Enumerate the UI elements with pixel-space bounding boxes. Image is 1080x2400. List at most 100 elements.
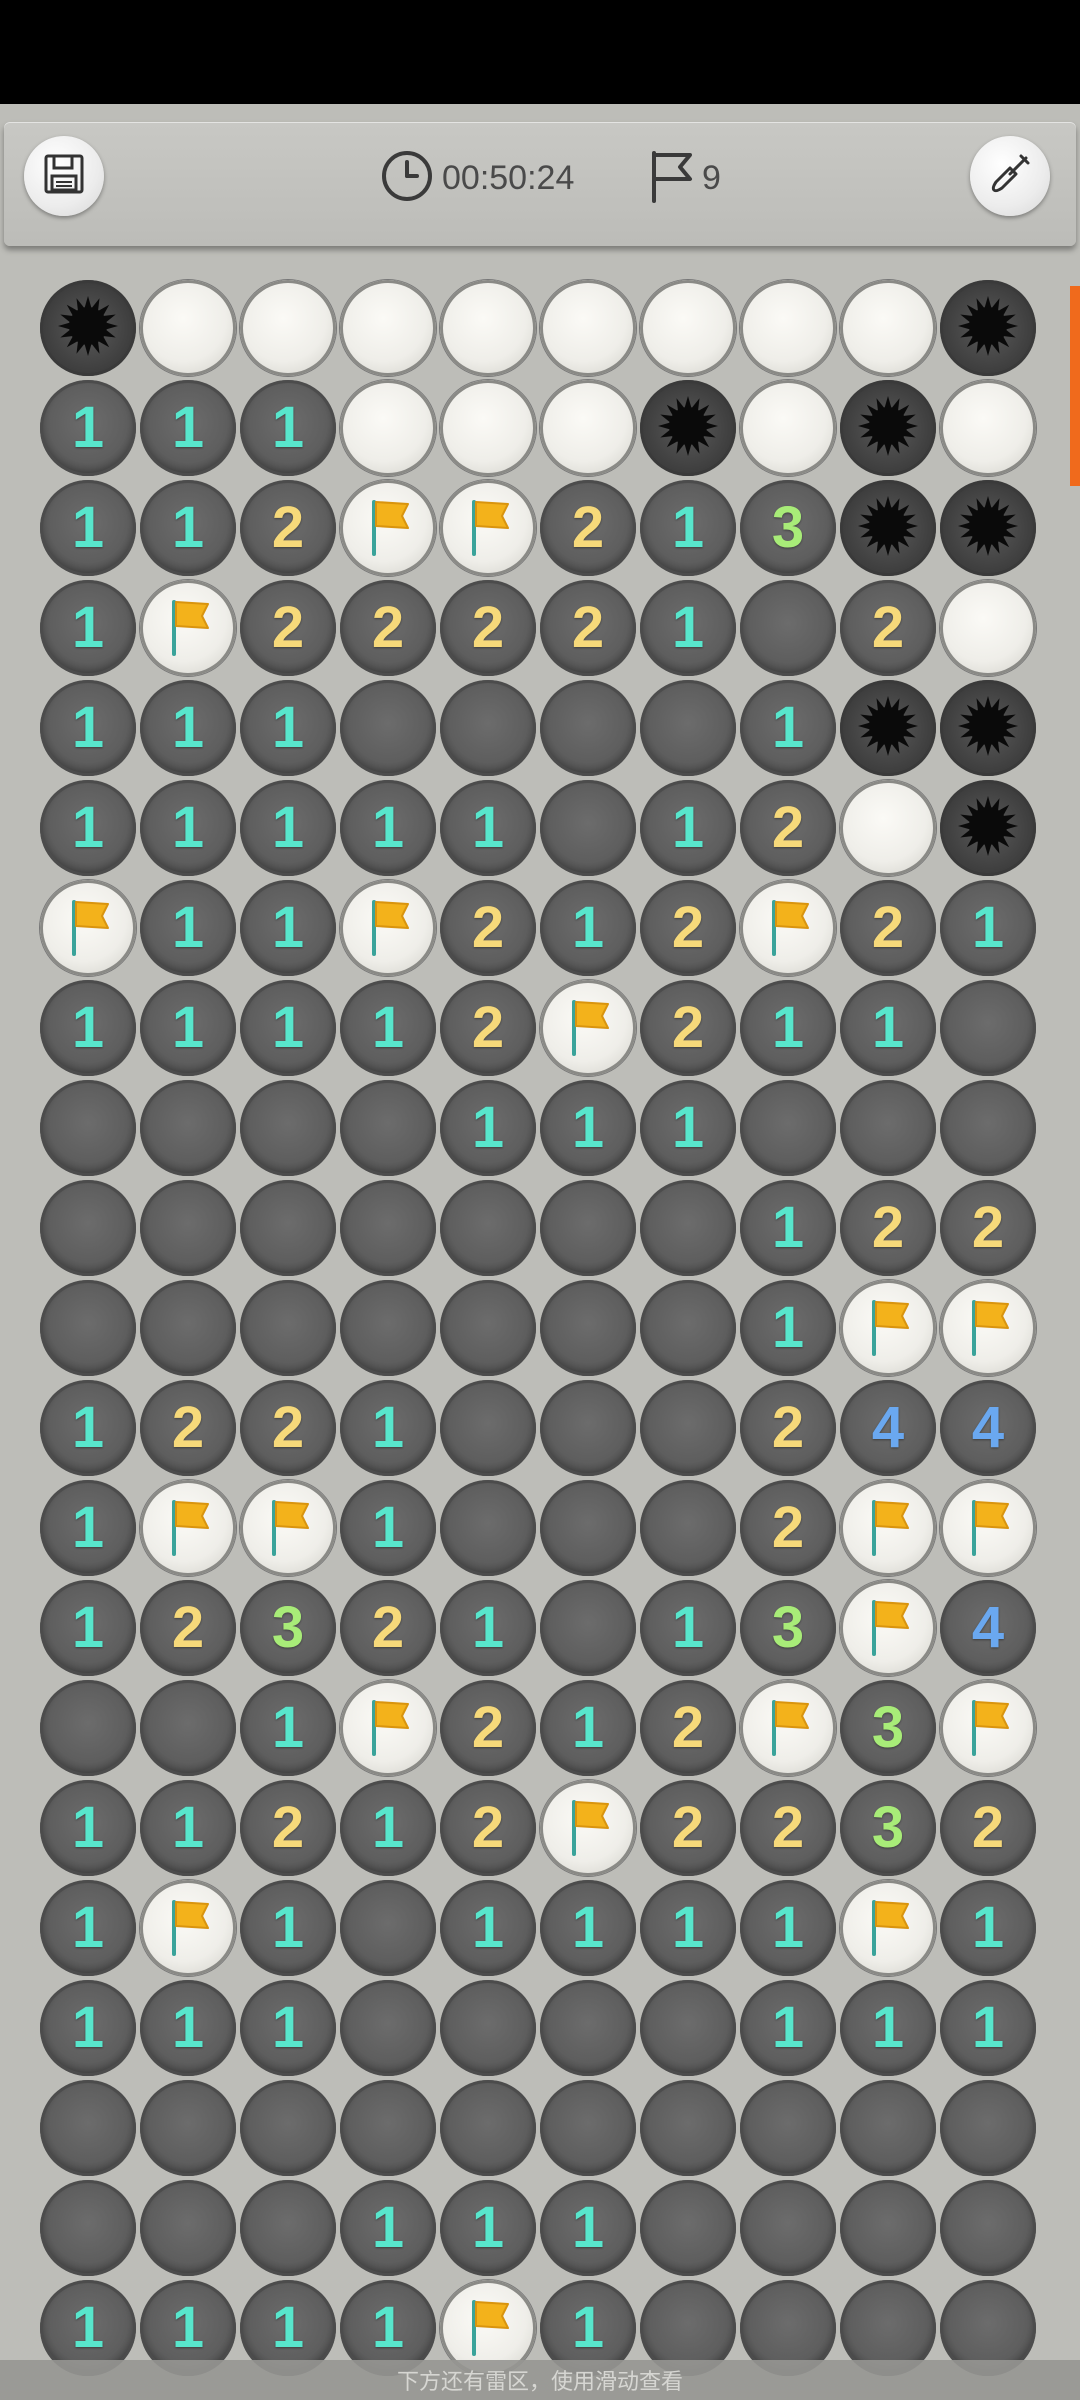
number-cell[interactable]: 1 xyxy=(538,1078,638,1178)
number-cell[interactable]: 1 xyxy=(38,678,138,778)
number-cell[interactable]: 1 xyxy=(938,1878,1038,1978)
save-button[interactable] xyxy=(24,136,104,216)
empty-cell[interactable] xyxy=(738,2078,838,2178)
empty-cell[interactable] xyxy=(338,1878,438,1978)
hidden-cell[interactable] xyxy=(138,278,238,378)
number-cell[interactable]: 1 xyxy=(338,2178,438,2278)
empty-cell[interactable] xyxy=(238,2078,338,2178)
number-cell[interactable]: 1 xyxy=(338,778,438,878)
number-cell[interactable]: 1 xyxy=(538,2178,638,2278)
number-cell[interactable]: 1 xyxy=(38,978,138,1078)
number-cell[interactable]: 1 xyxy=(238,378,338,478)
flagged-cell[interactable] xyxy=(838,1278,938,1378)
hidden-cell[interactable] xyxy=(538,278,638,378)
number-cell[interactable]: 2 xyxy=(238,1778,338,1878)
hidden-cell[interactable] xyxy=(938,578,1038,678)
hidden-cell[interactable] xyxy=(838,778,938,878)
number-cell[interactable]: 1 xyxy=(238,978,338,1078)
flagged-cell[interactable] xyxy=(738,1678,838,1778)
number-cell[interactable]: 1 xyxy=(738,1978,838,2078)
mine-cell[interactable] xyxy=(938,678,1038,778)
empty-cell[interactable] xyxy=(138,1178,238,1278)
scroll-indicator[interactable] xyxy=(1070,286,1080,486)
number-cell[interactable]: 1 xyxy=(138,1778,238,1878)
empty-cell[interactable] xyxy=(638,678,738,778)
mine-cell[interactable] xyxy=(838,678,938,778)
number-cell[interactable]: 2 xyxy=(838,878,938,978)
number-cell[interactable]: 1 xyxy=(338,1378,438,1478)
empty-cell[interactable] xyxy=(638,1378,738,1478)
empty-cell[interactable] xyxy=(538,1378,638,1478)
flagged-cell[interactable] xyxy=(538,978,638,1078)
mine-cell[interactable] xyxy=(838,478,938,578)
mine-cell[interactable] xyxy=(938,778,1038,878)
empty-cell[interactable] xyxy=(38,2178,138,2278)
hidden-cell[interactable] xyxy=(338,378,438,478)
number-cell[interactable]: 1 xyxy=(438,1878,538,1978)
number-cell[interactable]: 1 xyxy=(38,478,138,578)
empty-cell[interactable] xyxy=(538,678,638,778)
flagged-cell[interactable] xyxy=(438,478,538,578)
flagged-cell[interactable] xyxy=(838,1578,938,1678)
empty-cell[interactable] xyxy=(638,2178,738,2278)
empty-cell[interactable] xyxy=(438,2078,538,2178)
empty-cell[interactable] xyxy=(538,1178,638,1278)
number-cell[interactable]: 2 xyxy=(238,1378,338,1478)
empty-cell[interactable] xyxy=(338,2078,438,2178)
empty-cell[interactable] xyxy=(538,1278,638,1378)
number-cell[interactable]: 1 xyxy=(138,478,238,578)
empty-cell[interactable] xyxy=(438,1978,538,2078)
mine-cell[interactable] xyxy=(638,378,738,478)
shovel-tool-button[interactable] xyxy=(970,136,1050,216)
hidden-cell[interactable] xyxy=(438,378,538,478)
flagged-cell[interactable] xyxy=(138,1878,238,1978)
number-cell[interactable]: 1 xyxy=(838,1978,938,2078)
empty-cell[interactable] xyxy=(338,1178,438,1278)
number-cell[interactable]: 3 xyxy=(838,1778,938,1878)
empty-cell[interactable] xyxy=(138,2078,238,2178)
number-cell[interactable]: 2 xyxy=(938,1178,1038,1278)
number-cell[interactable]: 1 xyxy=(238,778,338,878)
number-cell[interactable]: 1 xyxy=(238,678,338,778)
number-cell[interactable]: 2 xyxy=(438,1778,538,1878)
empty-cell[interactable] xyxy=(438,678,538,778)
number-cell[interactable]: 1 xyxy=(38,778,138,878)
flagged-cell[interactable] xyxy=(538,1778,638,1878)
number-cell[interactable]: 1 xyxy=(38,1378,138,1478)
number-cell[interactable]: 4 xyxy=(938,1578,1038,1678)
flagged-cell[interactable] xyxy=(338,1678,438,1778)
empty-cell[interactable] xyxy=(138,1678,238,1778)
flagged-cell[interactable] xyxy=(138,1478,238,1578)
number-cell[interactable]: 1 xyxy=(138,378,238,478)
number-cell[interactable]: 3 xyxy=(838,1678,938,1778)
number-cell[interactable]: 1 xyxy=(138,778,238,878)
empty-cell[interactable] xyxy=(538,778,638,878)
number-cell[interactable]: 2 xyxy=(738,1478,838,1578)
number-cell[interactable]: 2 xyxy=(738,1778,838,1878)
flagged-cell[interactable] xyxy=(338,878,438,978)
hidden-cell[interactable] xyxy=(338,278,438,378)
number-cell[interactable]: 1 xyxy=(338,1778,438,1878)
empty-cell[interactable] xyxy=(238,1078,338,1178)
number-cell[interactable]: 2 xyxy=(438,978,538,1078)
empty-cell[interactable] xyxy=(38,1278,138,1378)
number-cell[interactable]: 2 xyxy=(838,1178,938,1278)
empty-cell[interactable] xyxy=(638,1278,738,1378)
hidden-cell[interactable] xyxy=(838,278,938,378)
number-cell[interactable]: 1 xyxy=(638,778,738,878)
empty-cell[interactable] xyxy=(838,2178,938,2278)
empty-cell[interactable] xyxy=(438,1378,538,1478)
number-cell[interactable]: 1 xyxy=(338,1478,438,1578)
flagged-cell[interactable] xyxy=(838,1478,938,1578)
number-cell[interactable]: 1 xyxy=(638,1078,738,1178)
number-cell[interactable]: 1 xyxy=(438,1578,538,1678)
flagged-cell[interactable] xyxy=(938,1478,1038,1578)
number-cell[interactable]: 1 xyxy=(938,1978,1038,2078)
empty-cell[interactable] xyxy=(738,578,838,678)
number-cell[interactable]: 1 xyxy=(538,1878,638,1978)
number-cell[interactable]: 1 xyxy=(138,878,238,978)
empty-cell[interactable] xyxy=(538,1578,638,1678)
empty-cell[interactable] xyxy=(938,2078,1038,2178)
empty-cell[interactable] xyxy=(738,2178,838,2278)
number-cell[interactable]: 1 xyxy=(638,478,738,578)
